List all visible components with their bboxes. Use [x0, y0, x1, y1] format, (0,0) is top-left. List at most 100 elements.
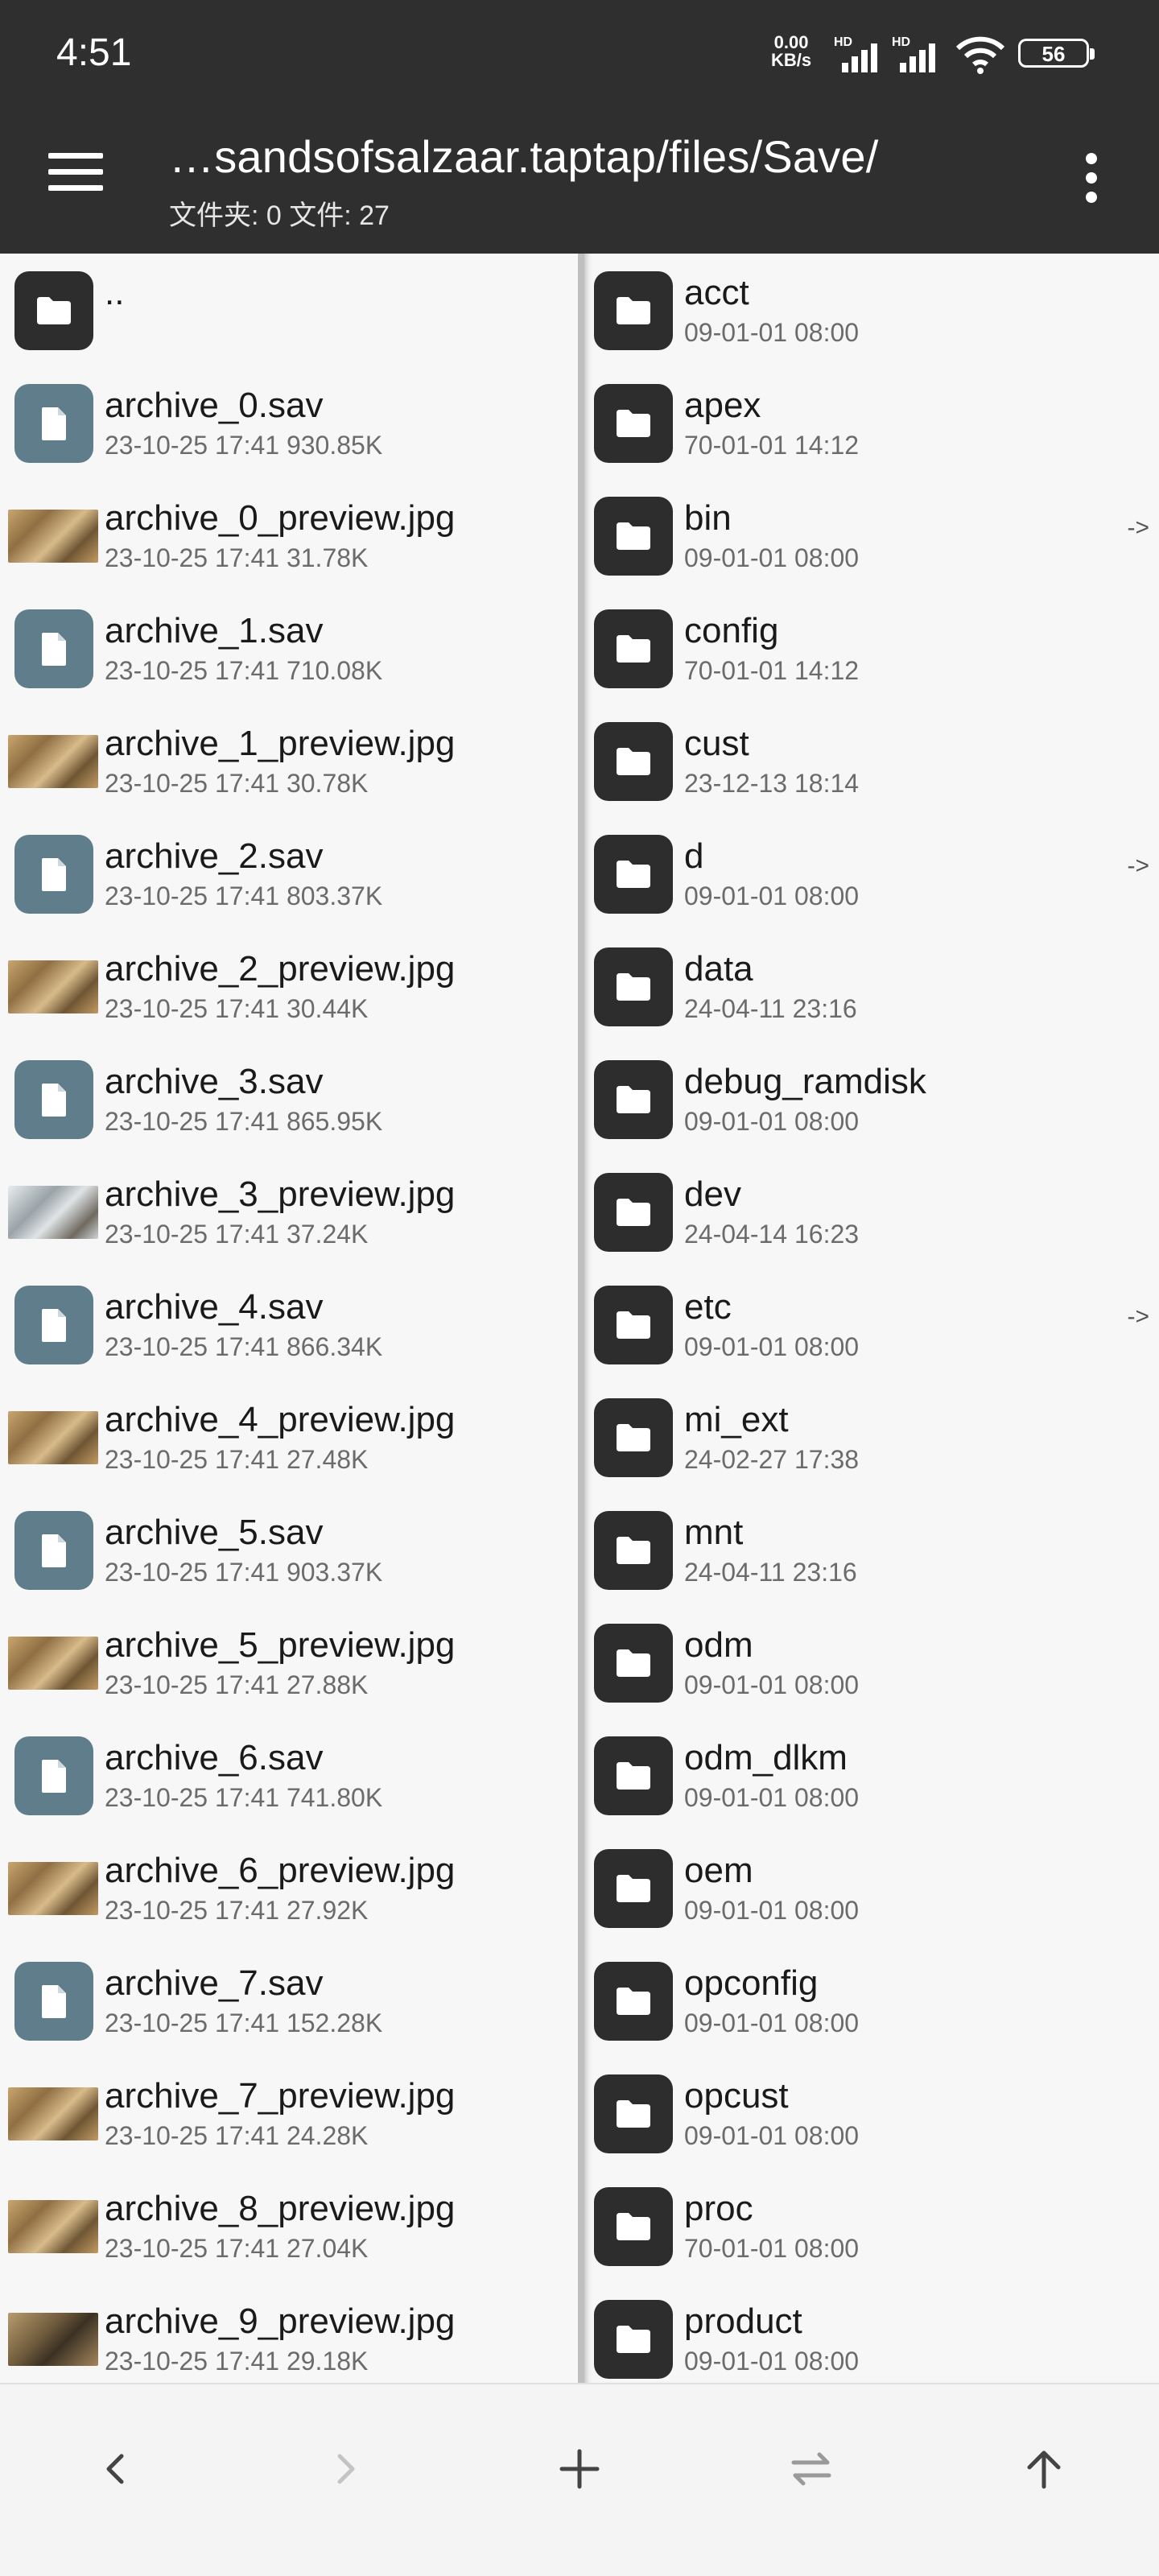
item-name: mi_ext [684, 1400, 789, 1439]
file-list-item[interactable]: archive_7_preview.jpg 23-10-25 17:41 24.2… [0, 2057, 578, 2169]
file-icon [14, 1511, 93, 1590]
folder-list-item[interactable]: apex 70-01-01 14:12 [584, 366, 1159, 479]
folder-list-item[interactable]: config 70-01-01 14:12 [584, 592, 1159, 704]
item-meta: 23-10-25 17:41 930.85K [105, 431, 383, 460]
item-name: archive_2_preview.jpg [105, 949, 456, 989]
folder-icon [594, 2074, 673, 2153]
folder-list-item[interactable]: proc 70-01-01 08:00 [584, 2169, 1159, 2282]
item-name: dev [684, 1174, 741, 1214]
item-meta: 23-12-13 18:14 [684, 769, 860, 798]
folder-list-item[interactable]: etc 09-01-01 08:00 -> [584, 1268, 1159, 1381]
file-list-item[interactable]: archive_2.sav 23-10-25 17:41 803.37K [0, 817, 578, 930]
symlink-indicator: -> [1127, 852, 1149, 879]
item-name: archive_7.sav [105, 1963, 324, 2003]
folder-icon [594, 1173, 673, 1252]
file-icon [14, 1060, 93, 1139]
folder-icon [594, 1398, 673, 1477]
item-name: .. [105, 273, 125, 312]
item-name: archive_5.sav [105, 1513, 324, 1552]
forward-icon[interactable] [310, 2433, 382, 2505]
folder-list-item[interactable]: mi_ext 24-02-27 17:38 [584, 1381, 1159, 1493]
file-list-item[interactable]: archive_3.sav 23-10-25 17:41 865.95K [0, 1042, 578, 1155]
file-icon [14, 609, 93, 688]
file-list-item[interactable]: archive_0.sav 23-10-25 17:41 930.85K [0, 366, 578, 479]
folder-list-item[interactable]: bin 09-01-01 08:00 -> [584, 479, 1159, 592]
item-meta: 23-10-25 17:41 27.04K [105, 2234, 369, 2263]
item-name: archive_6_preview.jpg [105, 1851, 456, 1890]
folder-list-item[interactable]: opcust 09-01-01 08:00 [584, 2057, 1159, 2169]
right-file-pane[interactable]: acct 09-01-01 08:00 apex 70-01-01 14:12 bin 0… [584, 254, 1159, 2383]
image-thumbnail [8, 1411, 98, 1464]
folder-icon [594, 384, 673, 463]
file-list-item[interactable]: archive_6.sav 23-10-25 17:41 741.80K [0, 1719, 578, 1831]
item-meta: 24-04-11 23:16 [684, 994, 857, 1023]
folder-list-item[interactable]: cust 23-12-13 18:14 [584, 704, 1159, 817]
swap-panes-icon[interactable] [775, 2433, 848, 2505]
item-name: opconfig [684, 1963, 819, 2003]
folder-icon [594, 1511, 673, 1590]
image-thumbnail [8, 735, 98, 788]
item-meta: 23-10-25 17:41 903.37K [105, 1558, 383, 1587]
menu-icon[interactable] [48, 153, 106, 201]
file-list-item[interactable]: archive_0_preview.jpg 23-10-25 17:41 31.7… [0, 479, 578, 592]
app-bar: …sandsofsalzaar.taptap/files/Save/ 文件夹: … [0, 105, 1159, 254]
item-meta: 23-10-25 17:41 27.92K [105, 1896, 369, 1925]
file-list-item[interactable]: archive_1_preview.jpg 23-10-25 17:41 30.7… [0, 704, 578, 817]
file-list-item[interactable]: archive_9_preview.jpg 23-10-25 17:41 29.1… [0, 2282, 578, 2383]
file-list-item[interactable]: archive_3_preview.jpg 23-10-25 17:41 37.2… [0, 1155, 578, 1268]
item-meta: 09-01-01 08:00 [684, 2008, 860, 2037]
folder-list-item[interactable]: acct 09-01-01 08:00 [584, 254, 1159, 366]
file-list-item[interactable]: archive_6_preview.jpg 23-10-25 17:41 27.9… [0, 1831, 578, 1944]
folder-list-item[interactable]: oem 09-01-01 08:00 [584, 1831, 1159, 1944]
file-list-item[interactable]: archive_5.sav 23-10-25 17:41 903.37K [0, 1493, 578, 1606]
folder-list-item[interactable]: odm_dlkm 09-01-01 08:00 [584, 1719, 1159, 1831]
item-name: archive_7_preview.jpg [105, 2076, 456, 2116]
item-meta: 09-01-01 08:00 [684, 2121, 860, 2150]
up-icon[interactable] [1008, 2433, 1080, 2505]
folder-list-item[interactable]: d 09-01-01 08:00 -> [584, 817, 1159, 930]
bottom-toolbar [0, 2383, 1159, 2576]
image-thumbnail [8, 2313, 98, 2366]
folder-list-item[interactable]: dev 24-04-14 16:23 [584, 1155, 1159, 1268]
image-thumbnail [8, 2200, 98, 2253]
file-list-item[interactable]: archive_7.sav 23-10-25 17:41 152.28K [0, 1944, 578, 2057]
file-list-item[interactable]: archive_8_preview.jpg 23-10-25 17:41 27.0… [0, 2169, 578, 2282]
back-icon[interactable] [79, 2433, 151, 2505]
file-list-item[interactable]: archive_4.sav 23-10-25 17:41 866.34K [0, 1268, 578, 1381]
folder-list-item[interactable]: debug_ramdisk 09-01-01 08:00 [584, 1042, 1159, 1155]
left-file-pane[interactable]: .. archive_0.sav 23-10-25 17:41 930.85K arc… [0, 254, 578, 2383]
folder-list-item[interactable]: mnt 24-04-11 23:16 [584, 1493, 1159, 1606]
item-meta: 09-01-01 08:00 [684, 2347, 860, 2376]
folder-list-item[interactable]: product 09-01-01 08:00 [584, 2282, 1159, 2383]
item-name: archive_0_preview.jpg [105, 498, 456, 538]
image-thumbnail [8, 2087, 98, 2140]
item-name: archive_8_preview.jpg [105, 2189, 456, 2228]
file-list-item[interactable]: archive_4_preview.jpg 23-10-25 17:41 27.4… [0, 1381, 578, 1493]
folder-list-item[interactable]: data 24-04-11 23:16 [584, 930, 1159, 1042]
folder-icon [594, 1962, 673, 2041]
item-name: apex [684, 386, 761, 425]
path-title: …sandsofsalzaar.taptap/files/Save/ [169, 131, 879, 182]
item-meta: 09-01-01 08:00 [684, 1107, 860, 1136]
add-icon[interactable] [543, 2433, 616, 2505]
battery-level: 56 [1041, 42, 1066, 66]
item-name: debug_ramdisk [684, 1062, 926, 1101]
pane-divider[interactable] [578, 254, 584, 2383]
file-list-item[interactable]: archive_1.sav 23-10-25 17:41 710.08K [0, 592, 578, 704]
item-name: archive_3_preview.jpg [105, 1174, 456, 1214]
image-thumbnail [8, 1186, 98, 1239]
item-meta: 23-10-25 17:41 37.24K [105, 1220, 369, 1249]
folder-list-item[interactable]: odm 09-01-01 08:00 [584, 1606, 1159, 1719]
folder-icon [594, 722, 673, 801]
item-name: archive_5_preview.jpg [105, 1625, 456, 1665]
image-thumbnail [8, 1862, 98, 1915]
folder-icon [594, 1736, 673, 1815]
more-options-icon[interactable] [1079, 153, 1104, 209]
folder-list-item[interactable]: opconfig 09-01-01 08:00 [584, 1944, 1159, 2057]
item-meta: 24-02-27 17:38 [684, 1445, 860, 1474]
item-name: archive_1.sav [105, 611, 324, 650]
file-list-item[interactable]: archive_2_preview.jpg 23-10-25 17:41 30.4… [0, 930, 578, 1042]
file-list-item[interactable]: .. [0, 254, 578, 366]
network-speed: 0.00 KB/s [771, 34, 811, 69]
file-list-item[interactable]: archive_5_preview.jpg 23-10-25 17:41 27.8… [0, 1606, 578, 1719]
